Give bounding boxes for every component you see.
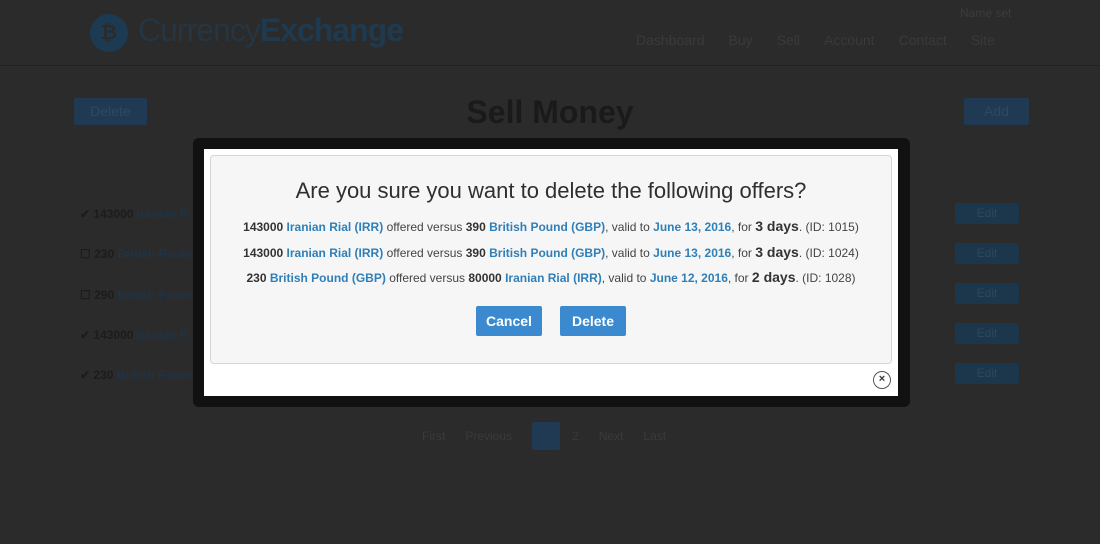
- list-item[interactable]: ☐ 230 British Pound: [80, 247, 196, 261]
- pager-previous[interactable]: Previous: [465, 429, 512, 443]
- edit-button[interactable]: Edit: [955, 203, 1019, 224]
- list-item[interactable]: ✔ 230 British Pound: [80, 368, 195, 382]
- nav-site[interactable]: Site: [971, 32, 995, 48]
- main-nav: Dashboard Buy Sell Account Contact Site: [636, 32, 1019, 48]
- close-icon[interactable]: ×: [873, 371, 891, 389]
- pager-last[interactable]: Last: [643, 429, 666, 443]
- date-link[interactable]: June 12, 2016: [650, 271, 728, 285]
- offer-line: 143000 Iranian Rial (IRR) offered versus…: [243, 218, 859, 234]
- add-offer-button[interactable]: Add: [964, 98, 1029, 125]
- currency-link[interactable]: Iranian Rial (IRR): [287, 246, 384, 260]
- nav-buy[interactable]: Buy: [729, 32, 753, 48]
- pager-page-2[interactable]: 2: [572, 429, 579, 443]
- site-header: ₿ CurrencyExchange Name set Dashboard Bu…: [0, 0, 1100, 66]
- nav-contact[interactable]: Contact: [899, 32, 947, 48]
- dialog-content: Are you sure you want to delete the foll…: [210, 155, 892, 364]
- currency-link[interactable]: Iranian Rial (IRR): [505, 271, 602, 285]
- nav-dashboard[interactable]: Dashboard: [636, 32, 705, 48]
- pager-next[interactable]: Next: [599, 429, 624, 443]
- currency-link[interactable]: British Pound (GBP): [489, 220, 605, 234]
- list-item[interactable]: ✔ 143000 Iranian R: [80, 328, 188, 342]
- dialog-title: Are you sure you want to delete the foll…: [295, 178, 807, 203]
- date-link[interactable]: June 13, 2016: [653, 220, 731, 234]
- logo-text: CurrencyExchange: [138, 12, 404, 48]
- currency-link[interactable]: British Pound (GBP): [489, 246, 605, 260]
- edit-button[interactable]: Edit: [955, 243, 1019, 264]
- edit-button[interactable]: Edit: [955, 323, 1019, 344]
- offer-line: 230 British Pound (GBP) offered versus 8…: [246, 269, 856, 285]
- pager-current-page[interactable]: [532, 422, 561, 450]
- logo-icon: ₿: [90, 14, 128, 52]
- edit-button[interactable]: Edit: [955, 363, 1019, 384]
- nav-account[interactable]: Account: [824, 32, 875, 48]
- cancel-button[interactable]: Cancel: [476, 306, 542, 336]
- list-item[interactable]: ✔ 143000 Iranian R: [80, 207, 188, 221]
- confirm-delete-dialog: Are you sure you want to delete the foll…: [204, 149, 898, 396]
- nav-sell[interactable]: Sell: [777, 32, 800, 48]
- currency-link[interactable]: Iranian Rial (IRR): [287, 220, 384, 234]
- pager-first[interactable]: First: [422, 429, 445, 443]
- pagination: First Previous 2 Next Last: [422, 422, 686, 450]
- offer-line: 143000 Iranian Rial (IRR) offered versus…: [243, 244, 859, 260]
- username-label: Name set: [960, 6, 1012, 20]
- delete-button[interactable]: Delete: [560, 306, 626, 336]
- page-title: Sell Money: [466, 94, 634, 130]
- list-item[interactable]: ☐ 290 British Pound: [80, 288, 196, 302]
- date-link[interactable]: June 13, 2016: [653, 246, 731, 260]
- edit-button[interactable]: Edit: [955, 283, 1019, 304]
- currency-link[interactable]: British Pound (GBP): [270, 271, 386, 285]
